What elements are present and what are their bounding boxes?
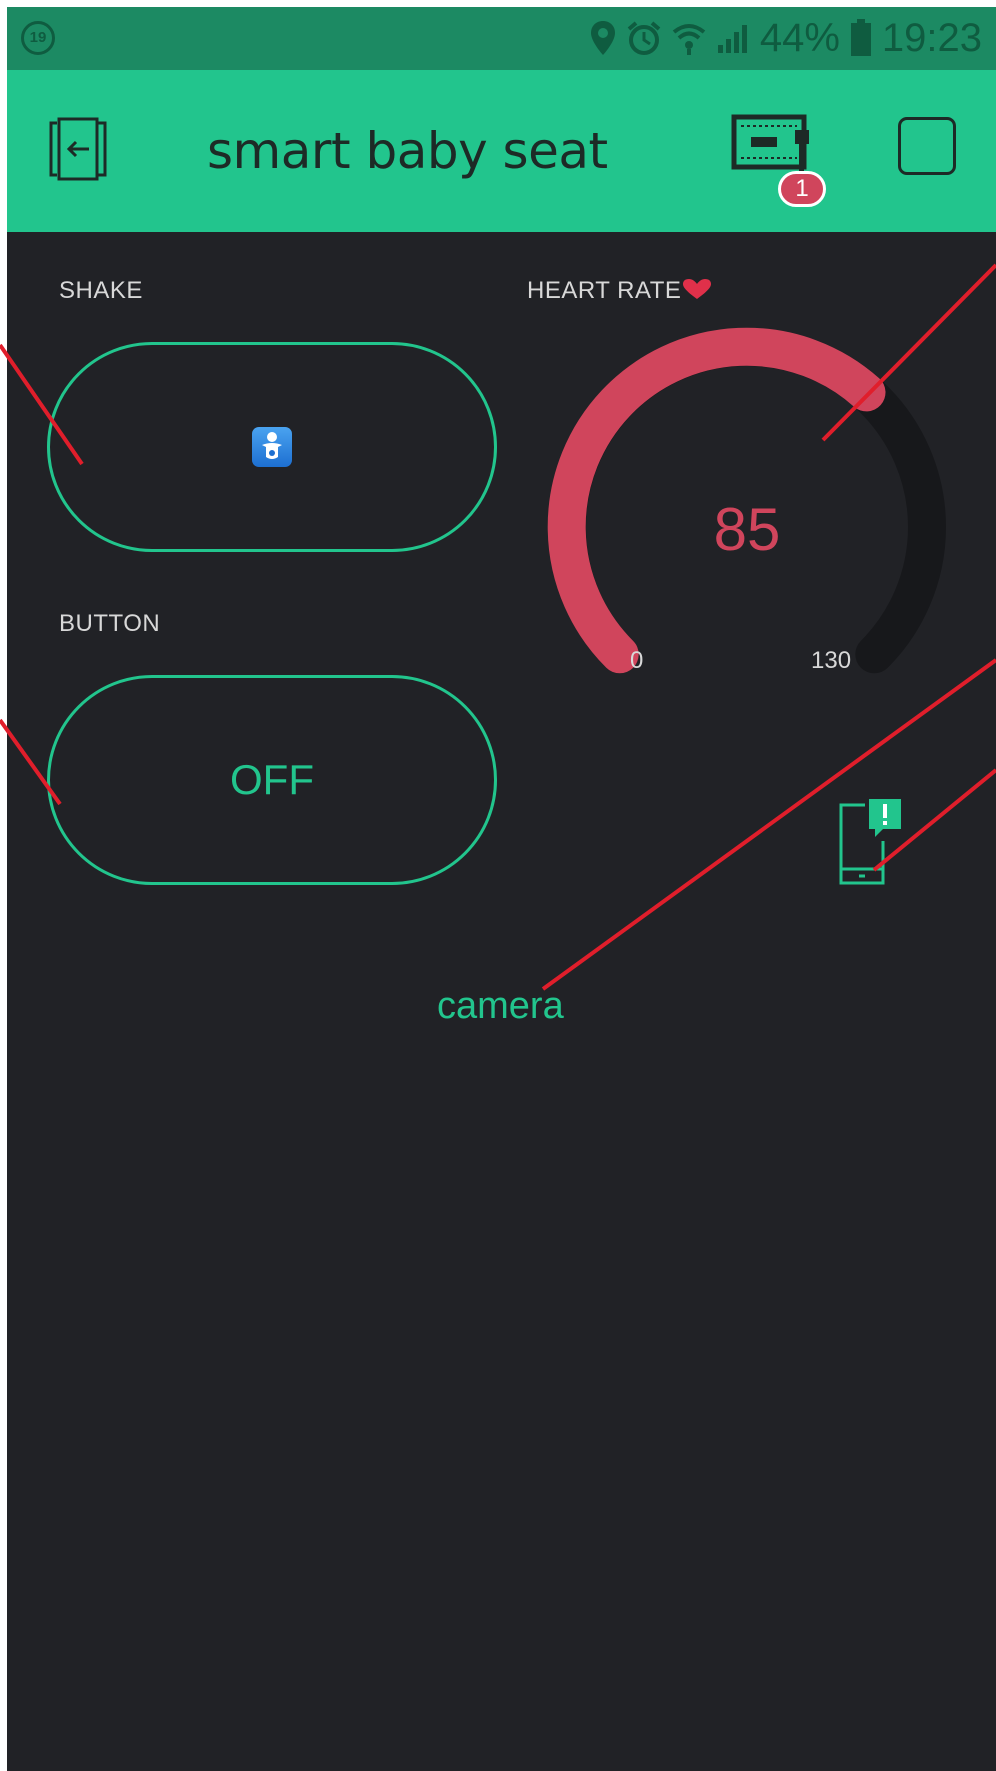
play-mode-button[interactable] [898, 117, 956, 175]
camera-label[interactable]: camera [437, 985, 564, 1028]
heart-rate-label-text: HEART RATE [527, 277, 682, 304]
heart-rate-value: 85 [713, 496, 781, 563]
app-screen: 19 44% 19:23 smart baby seat 1 SHAKE BUT… [7, 7, 996, 1771]
status-bar: 19 44% 19:23 [7, 7, 996, 70]
battery-percent: 44% [759, 15, 840, 60]
heart-rate-label: HEART RATE [527, 277, 712, 305]
off-button[interactable]: OFF [47, 675, 497, 885]
signal-icon [717, 25, 747, 53]
baby-symbol-icon [252, 427, 292, 467]
wifi-icon [672, 24, 706, 55]
exit-icon[interactable] [43, 115, 115, 187]
gauge-max-label: 130 [811, 647, 852, 674]
device-icon[interactable] [731, 114, 821, 178]
notification-count-icon: 19 [21, 21, 55, 55]
button-state-text: OFF [230, 756, 314, 803]
page-title: smart baby seat [207, 122, 608, 180]
heart-icon [683, 279, 712, 299]
shake-button[interactable] [47, 342, 497, 552]
app-bar: smart baby seat 1 [7, 70, 996, 232]
shake-label: SHAKE [59, 277, 143, 304]
battery-icon [850, 19, 871, 56]
device-count-badge: 1 [778, 171, 826, 207]
gauge-min-label: 0 [630, 647, 644, 674]
alarm-icon [627, 21, 661, 55]
phone-notification-icon[interactable] [835, 797, 905, 885]
clock-time: 19:23 [881, 15, 982, 60]
status-icons: 44% 19:23 [590, 13, 982, 63]
location-icon [590, 21, 615, 55]
button-label: BUTTON [59, 610, 161, 637]
